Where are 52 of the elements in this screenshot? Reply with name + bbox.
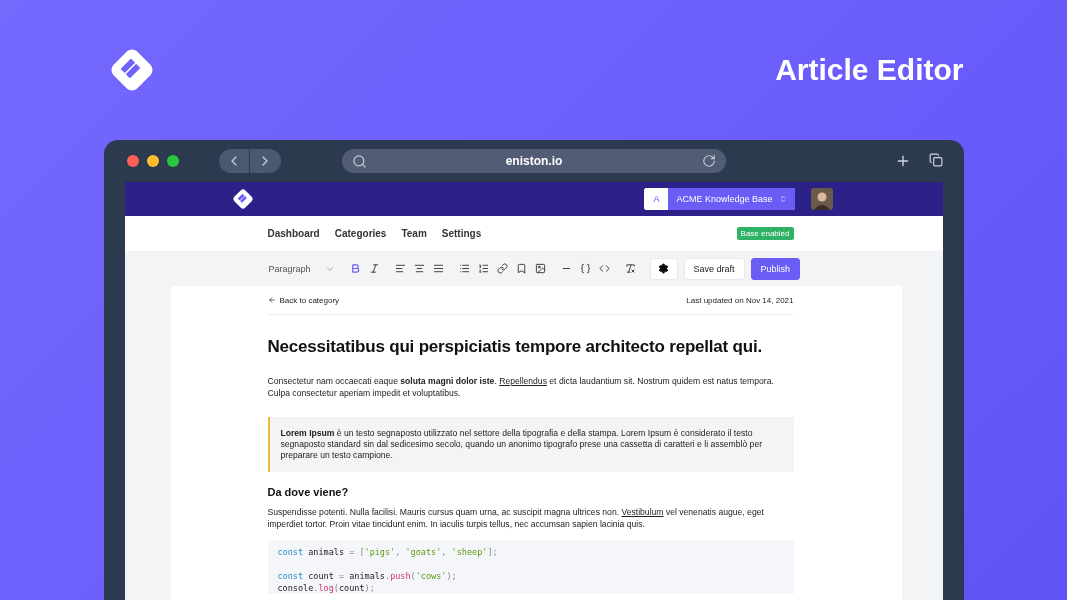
hero-title: Article Editor <box>775 53 964 87</box>
nav-link[interactable]: Settings <box>441 228 482 239</box>
align-justify-icon <box>433 263 445 274</box>
link-button[interactable] <box>495 261 510 276</box>
updown-icon <box>778 195 787 203</box>
body-paragraph: Suspendisse potenti. Nulla facilisi. Mauris cursus quam urna, ac suscipit magna ultrices non. Vestibulum vel venenatis augue, eget imperdiet tortor. Proin vitae tincidunt enim. In iaculis turpis tellus, nec accumsan sapien lacinia quis. <box>267 506 765 530</box>
minimize-light[interactable] <box>146 155 159 167</box>
bullet-list-icon <box>459 263 471 274</box>
inline-link[interactable]: Repellendus <box>499 376 547 386</box>
inline-link[interactable]: Vestibulum <box>621 507 664 517</box>
bookmark-icon <box>516 263 528 274</box>
reload-icon[interactable] <box>701 154 716 168</box>
back-link[interactable]: Back to category <box>267 295 340 305</box>
save-draft-button[interactable]: Save draft <box>683 257 745 280</box>
align-left-icon <box>395 263 407 274</box>
numbered-list-icon <box>478 263 490 274</box>
maximize-light[interactable] <box>166 155 179 167</box>
body-paragraph: Consectetur nam occaecati eaque soluta magni dolor iste. Repellendus et dicta laudantium sit. Nostrum quidem est natus tempora. Culpa consectetur aperiam impedit et voluptatibus. <box>267 375 775 399</box>
code-icon <box>599 263 611 274</box>
numbered-list-button[interactable] <box>476 261 491 276</box>
section-heading: Da dove viene? <box>267 486 350 498</box>
italic-icon <box>369 263 381 274</box>
workspace-switcher[interactable]: A ACME Knowledge Base <box>644 188 795 210</box>
article-title: Necessitatibus qui perspiciatis tempore architecto repellat qui. <box>267 337 764 357</box>
image-icon <box>535 263 547 274</box>
last-updated: Last updated on Nov 14, 2021 <box>686 295 794 305</box>
code-line: console.log(count); <box>277 582 376 594</box>
publish-button[interactable]: Publish <box>750 257 801 280</box>
quote-text: Lorem Ipsum è un testo segnaposto utilizzato nel settore della tipografia e della stampa. Lorem Ipsum è considerato il testo segnaposto standard sin dal sedicesimo secolo, quando un anonimo tipografo prese una cassetta di caratteri e li assemblò per preparare un testo campione. <box>280 428 764 461</box>
clear-format-icon <box>625 263 637 274</box>
link-icon <box>497 263 509 274</box>
status-badge: Base enabled <box>736 227 794 240</box>
address-bar[interactable]: eniston.io <box>341 149 726 173</box>
braces-button[interactable] <box>578 261 593 276</box>
image-button[interactable] <box>533 261 548 276</box>
search-icon <box>351 153 367 169</box>
tabs-icon[interactable] <box>928 153 943 167</box>
nav-link[interactable]: Categories <box>334 228 387 239</box>
bold-icon <box>350 263 362 274</box>
nav-link[interactable]: Team <box>401 228 427 239</box>
settings-icon <box>658 263 670 274</box>
block-type-select[interactable]: Paragraph <box>268 263 335 274</box>
nav-link[interactable]: Dashboard <box>267 228 320 239</box>
avatar[interactable] <box>810 188 833 210</box>
close-light[interactable] <box>126 155 139 167</box>
clear-format-button[interactable] <box>623 261 638 276</box>
settings-button[interactable] <box>649 257 678 280</box>
code-line: const animals = ['pigs', 'goats', 'sheep']; <box>277 546 499 558</box>
braces-icon <box>580 263 592 274</box>
align-center-icon <box>414 263 426 274</box>
code-line: const count = animals.push('cows'); <box>277 570 458 582</box>
arrow-left-icon <box>267 296 276 304</box>
